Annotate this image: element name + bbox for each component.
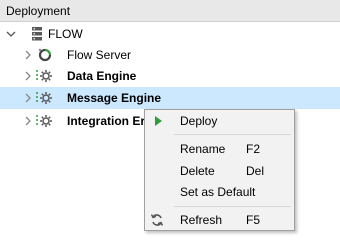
- chevron-down-icon[interactable]: [6, 29, 16, 39]
- tree-item-label: Integration Er: [67, 114, 146, 128]
- engine-gear-icon: [36, 115, 52, 127]
- tree-item-flow-server[interactable]: Flow Server: [0, 44, 340, 66]
- flow-server-icon: [38, 48, 52, 62]
- tree-item-label: Flow Server: [67, 48, 132, 62]
- chevron-right-icon[interactable]: [23, 116, 33, 126]
- chevron-right-icon[interactable]: [23, 93, 33, 103]
- tree-item-data-engine[interactable]: Data Engine: [0, 65, 340, 87]
- menu-item-refresh[interactable]: Refresh F5: [145, 210, 294, 230]
- menu-item-delete[interactable]: Delete Del: [145, 161, 294, 181]
- menu-separator: [174, 134, 291, 135]
- menu-item-shortcut: F2: [246, 142, 261, 156]
- menu-item-shortcut: F5: [246, 213, 261, 227]
- menu-item-label: Refresh: [180, 213, 223, 227]
- tree-item-label: Message Engine: [67, 91, 162, 105]
- play-icon: [155, 116, 162, 126]
- tree-item-message-engine[interactable]: Message Engine: [0, 87, 340, 109]
- panel-title: Deployment: [6, 4, 71, 18]
- panel-header: Deployment: [0, 0, 340, 22]
- menu-separator: [174, 206, 291, 207]
- menu-item-set-as-default[interactable]: Set as Default: [145, 182, 294, 202]
- menu-item-shortcut: Del: [246, 164, 265, 178]
- server-icon: [32, 27, 42, 41]
- menu-item-label: Set as Default: [180, 185, 256, 199]
- refresh-icon: [150, 214, 164, 226]
- engine-gear-icon: [36, 92, 52, 104]
- menu-item-rename[interactable]: Rename F2: [145, 139, 294, 159]
- chevron-right-icon[interactable]: [23, 71, 33, 81]
- menu-item-deploy[interactable]: Deploy: [145, 111, 294, 131]
- menu-item-label: Deploy: [180, 114, 218, 128]
- tree-root-label: FLOW: [48, 27, 83, 41]
- context-menu: Deploy Rename F2 Delete Del Set as Defau…: [144, 109, 295, 231]
- tree-item-label: Data Engine: [67, 69, 137, 83]
- tree-root-flow[interactable]: FLOW: [0, 23, 340, 45]
- menu-item-label: Rename: [180, 142, 226, 156]
- chevron-right-icon[interactable]: [23, 50, 33, 60]
- menu-item-label: Delete: [180, 164, 215, 178]
- engine-gear-icon: [36, 70, 52, 82]
